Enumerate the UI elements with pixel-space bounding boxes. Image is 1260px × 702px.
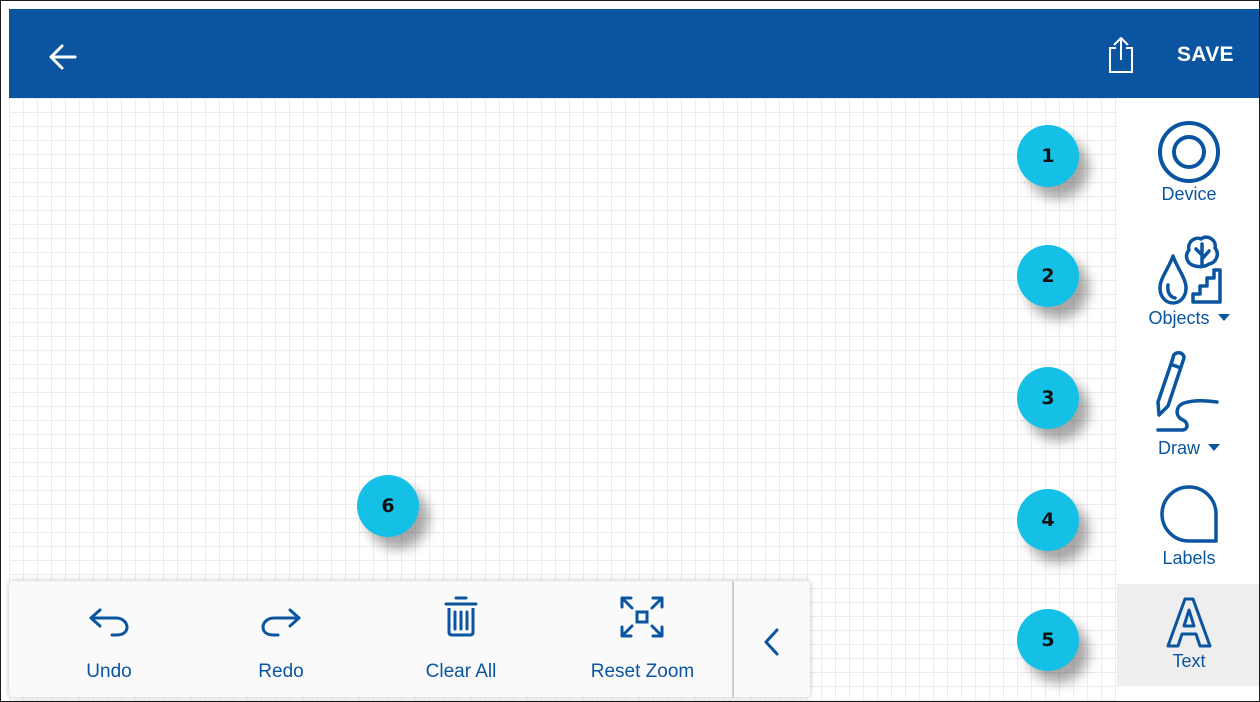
tool-text-label: Text [1172,651,1206,671]
device-icon [1158,121,1220,183]
redo-label: Redo [258,661,304,682]
caret-down-icon [1217,313,1230,321]
reset-zoom-label: Reset Zoom [590,661,695,682]
callout-6: 6 [357,475,419,537]
share-icon [1109,37,1133,73]
text-icon [1166,597,1212,648]
callout-4: 4 [1017,489,1079,551]
undo-label: Undo [86,661,132,682]
tool-labels[interactable]: Labels [1117,468,1259,584]
callout-5: 5 [1017,609,1079,671]
tool-labels-label: Labels [1162,548,1216,568]
tool-draw-label: Draw [1117,438,1259,459]
callout-3: 3 [1017,367,1079,429]
app-bar: SAVE [9,9,1259,98]
clear-all-label: Clear All [425,661,497,682]
arrow-left-icon [49,44,77,70]
reset-zoom-icon [620,596,664,638]
save-button[interactable]: SAVE [1177,43,1234,67]
tool-objects-label: Objects [1117,308,1259,329]
tool-text[interactable]: Text [1117,584,1259,686]
app-window: SAVE Device Objects Draw Labels Text 1 2… [0,0,1260,702]
callout-1: 1 [1017,125,1079,187]
redo-button[interactable]: Redo [231,581,331,697]
share-button[interactable] [1103,35,1139,75]
reset-zoom-button[interactable]: Reset Zoom [575,581,710,697]
labels-icon [1160,485,1218,543]
tool-objects[interactable]: Objects [1117,226,1259,346]
redo-icon [261,608,301,637]
undo-icon [89,608,129,637]
back-button[interactable] [45,39,81,75]
undo-button[interactable]: Undo [59,581,159,697]
bottom-toolbar: Undo Redo Clear All Reset Zoom [9,581,810,697]
tool-objects-text: Objects [1148,308,1210,328]
chevron-left-icon [764,628,779,656]
callout-2: 2 [1017,245,1079,307]
tool-device[interactable]: Device [1117,108,1259,226]
collapse-toolbar-button[interactable] [734,581,810,697]
tool-draw[interactable]: Draw [1117,346,1259,468]
tool-draw-text: Draw [1157,438,1200,458]
caret-down-icon [1208,443,1220,451]
trash-icon [444,596,478,637]
tool-device-label: Device [1161,184,1217,204]
draw-icon [1156,351,1219,432]
tool-panel: Device Objects Draw Labels Text [1117,98,1259,701]
clear-all-button[interactable]: Clear All [401,581,521,697]
objects-icon [1158,235,1222,305]
